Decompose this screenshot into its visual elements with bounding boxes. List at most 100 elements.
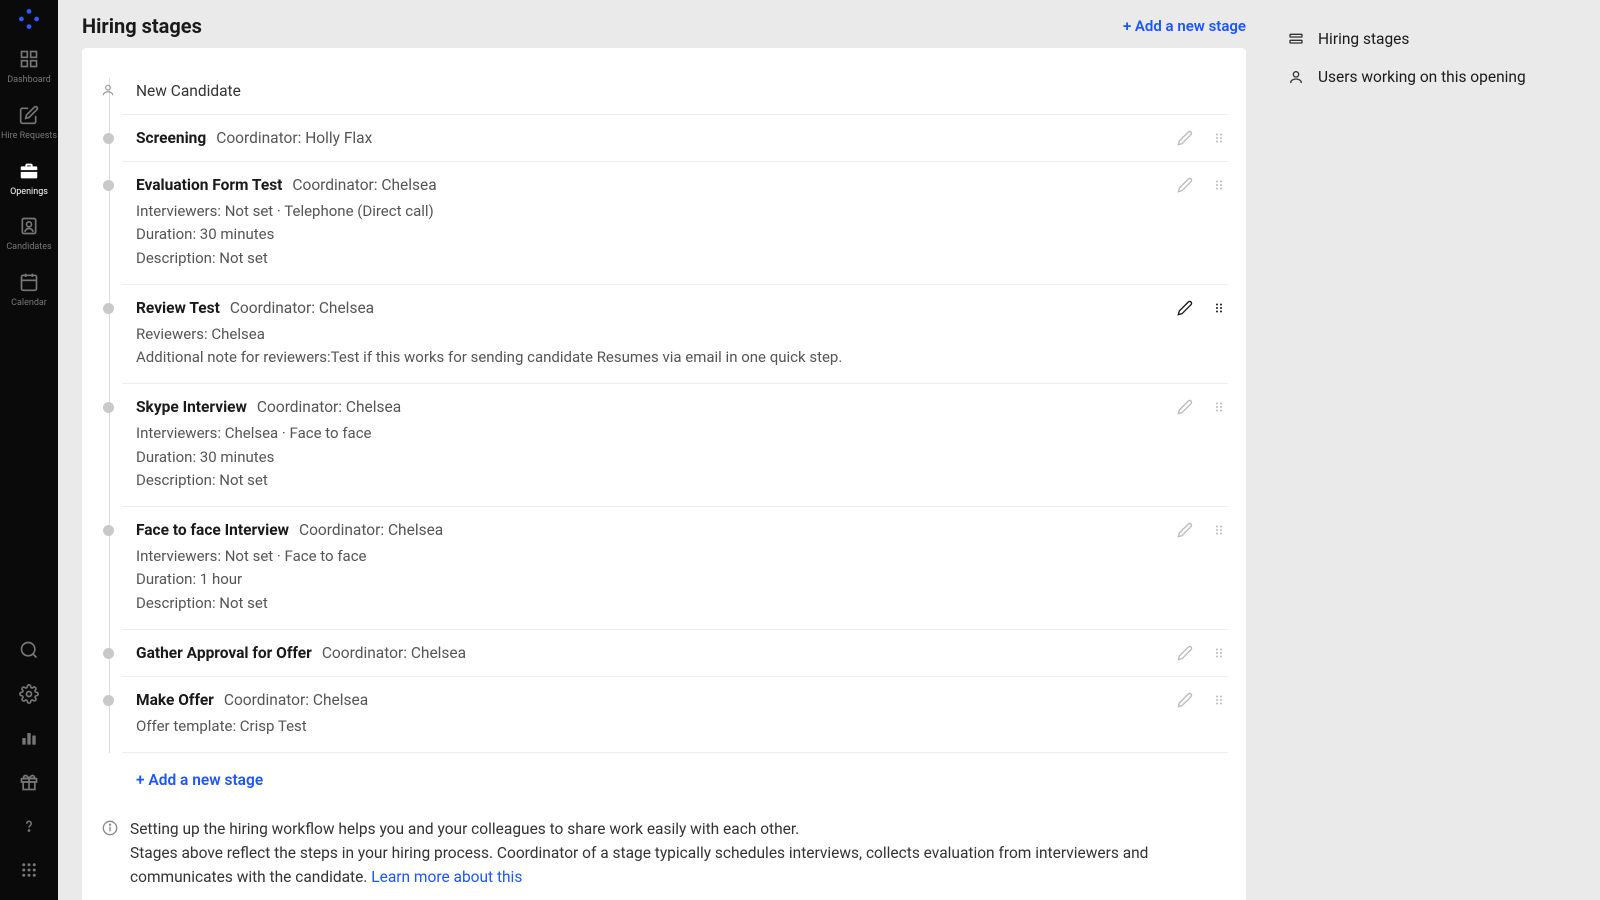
drag-handle[interactable] — [1210, 129, 1228, 147]
sidebar-gift[interactable] — [0, 760, 58, 804]
sidebar-item-calendar[interactable]: Calendar — [0, 261, 58, 317]
edit-stage-button[interactable] — [1176, 176, 1194, 194]
stage-head: Make Offer Coordinator: Chelsea — [136, 691, 1228, 709]
stage-name: Skype Interview — [136, 398, 247, 416]
person-icon — [1288, 69, 1304, 85]
stage-head: Review Test Coordinator: Chelsea — [136, 299, 1228, 317]
stage-row: New Candidate — [122, 68, 1228, 114]
rail-item-label: Users working on this opening — [1318, 68, 1526, 86]
stage-row: Skype Interview Coordinator: Chelsea Inter… — [122, 383, 1228, 506]
stage-name: Face to face Interview — [136, 521, 289, 539]
stage-name: New Candidate — [136, 82, 241, 100]
sidebar-item-label: Calendar — [11, 298, 47, 309]
drag-handle[interactable] — [1210, 691, 1228, 709]
drag-handle[interactable] — [1210, 299, 1228, 317]
add-stage-button-top[interactable]: + Add a new stage — [1123, 17, 1246, 35]
sidebar-item-label: Hire Requests — [1, 131, 57, 142]
stage-head: Evaluation Form TestCoordinator: Chelsea — [136, 176, 1228, 194]
drag-handle[interactable] — [1210, 398, 1228, 416]
sidebar-apps[interactable] — [0, 848, 58, 892]
stage-row: Gather Approval for Offer Coordinator: Ch… — [122, 629, 1228, 676]
stage-name: Gather Approval for Offer — [136, 644, 312, 662]
sidebar-item-candidates[interactable]: Candidates — [0, 205, 58, 261]
stage-detail-line: Interviewers: Not set · Face to face — [136, 545, 1228, 568]
stage-name: Make Offer — [136, 691, 214, 709]
help-learn-more-link[interactable]: Learn more about this — [371, 868, 522, 886]
rail-item-users-working[interactable]: Users working on this opening — [1288, 58, 1580, 96]
drag-handle[interactable] — [1210, 644, 1228, 662]
stage-row: Evaluation Form TestCoordinator: Chelsea… — [122, 161, 1228, 284]
stage-detail-line: Duration: 1 hour — [136, 568, 1228, 591]
stage-head: ScreeningCoordinator: Holly Flax — [136, 129, 1228, 147]
stage-dot — [103, 303, 114, 314]
stage-details: Offer template: Crisp Test — [136, 715, 1228, 738]
stage-details: Interviewers: Chelsea · Face to faceDura… — [136, 422, 1228, 492]
stage-name: Screening — [136, 129, 206, 147]
calendar-icon — [18, 271, 40, 293]
sidebar: Dashboard Hire Requests Openings Candida… — [0, 0, 58, 900]
stage-detail-line: Duration: 30 minutes — [136, 223, 1228, 246]
stage-row: Review Test Coordinator: Chelsea Reviewers… — [122, 284, 1228, 384]
stage-coordinator: Coordinator: Chelsea — [299, 521, 443, 539]
help-line-2: Stages above reflect the steps in your h… — [130, 844, 1148, 886]
sidebar-search[interactable] — [0, 628, 58, 672]
edit-stage-button[interactable] — [1176, 691, 1194, 709]
stage-detail-line: Additional note for reviewers:Test if th… — [136, 346, 1228, 369]
page-title: Hiring stages — [82, 14, 202, 38]
list-icon — [1288, 31, 1304, 47]
sidebar-item-label: Openings — [10, 187, 48, 198]
sidebar-analytics[interactable] — [0, 716, 58, 760]
stage-row: Make Offer Coordinator: Chelsea Offer temp… — [122, 676, 1228, 753]
stage-dot — [103, 133, 114, 144]
stage-row: ScreeningCoordinator: Holly Flax — [122, 114, 1228, 161]
grid-icon — [20, 861, 38, 879]
sidebar-item-dashboard[interactable]: Dashboard — [0, 38, 58, 94]
search-icon — [19, 640, 39, 660]
stages-panel: New Candidate ScreeningCoordinator: Holly… — [82, 48, 1246, 900]
right-rail: Hiring stages Users working on this open… — [1270, 0, 1600, 900]
edit-stage-button[interactable] — [1176, 644, 1194, 662]
stage-dot — [103, 180, 114, 191]
stage-head: Gather Approval for Offer Coordinator: Ch… — [136, 644, 1228, 662]
stage-name: Review Test — [136, 299, 220, 317]
rail-item-hiring-stages[interactable]: Hiring stages — [1288, 20, 1580, 58]
gift-icon — [19, 772, 39, 792]
stage-coordinator: Coordinator: Chelsea — [230, 299, 374, 317]
sidebar-item-hire-requests[interactable]: Hire Requests — [0, 94, 58, 150]
help-block: Setting up the hiring workflow helps you… — [100, 817, 1228, 889]
sidebar-item-label: Candidates — [6, 242, 51, 253]
stage-coordinator: Coordinator: Chelsea — [257, 398, 401, 416]
info-icon — [102, 820, 118, 836]
stage-details: Interviewers: Not set · Face to faceDura… — [136, 545, 1228, 615]
add-stage-button-bottom[interactable]: + Add a new stage — [122, 753, 263, 793]
stage-coordinator: Coordinator: Chelsea — [224, 691, 368, 709]
help-line-1: Setting up the hiring workflow helps you… — [130, 817, 1228, 841]
sidebar-item-openings[interactable]: Openings — [0, 150, 58, 206]
sidebar-help[interactable] — [0, 804, 58, 848]
briefcase-icon — [18, 160, 40, 182]
user-badge-icon — [18, 215, 40, 237]
edit-icon — [18, 104, 40, 126]
sidebar-settings[interactable] — [0, 672, 58, 716]
stage-detail-line: Description: Not set — [136, 247, 1228, 270]
stage-name: Evaluation Form Test — [136, 176, 282, 194]
sidebar-item-label: Dashboard — [7, 75, 51, 86]
stage-dot — [103, 695, 114, 706]
stage-detail-line: Offer template: Crisp Test — [136, 715, 1228, 738]
stage-dot — [103, 648, 114, 659]
stage-head: Skype Interview Coordinator: Chelsea — [136, 398, 1228, 416]
dashboard-icon — [18, 48, 40, 70]
stage-detail-line: Reviewers: Chelsea — [136, 323, 1228, 346]
stage-detail-line: Description: Not set — [136, 469, 1228, 492]
stage-detail-line: Duration: 30 minutes — [136, 446, 1228, 469]
drag-handle[interactable] — [1210, 521, 1228, 539]
edit-stage-button[interactable] — [1176, 129, 1194, 147]
edit-stage-button[interactable] — [1176, 521, 1194, 539]
rail-item-label: Hiring stages — [1318, 30, 1409, 48]
drag-handle[interactable] — [1210, 176, 1228, 194]
stage-head: Face to face Interview Coordinator: Chels… — [136, 521, 1228, 539]
edit-stage-button[interactable] — [1176, 398, 1194, 416]
stage-coordinator: Coordinator: Chelsea — [322, 644, 466, 662]
stage-detail-line: Interviewers: Not set · Telephone (Direc… — [136, 200, 1228, 223]
edit-stage-button[interactable] — [1176, 299, 1194, 317]
